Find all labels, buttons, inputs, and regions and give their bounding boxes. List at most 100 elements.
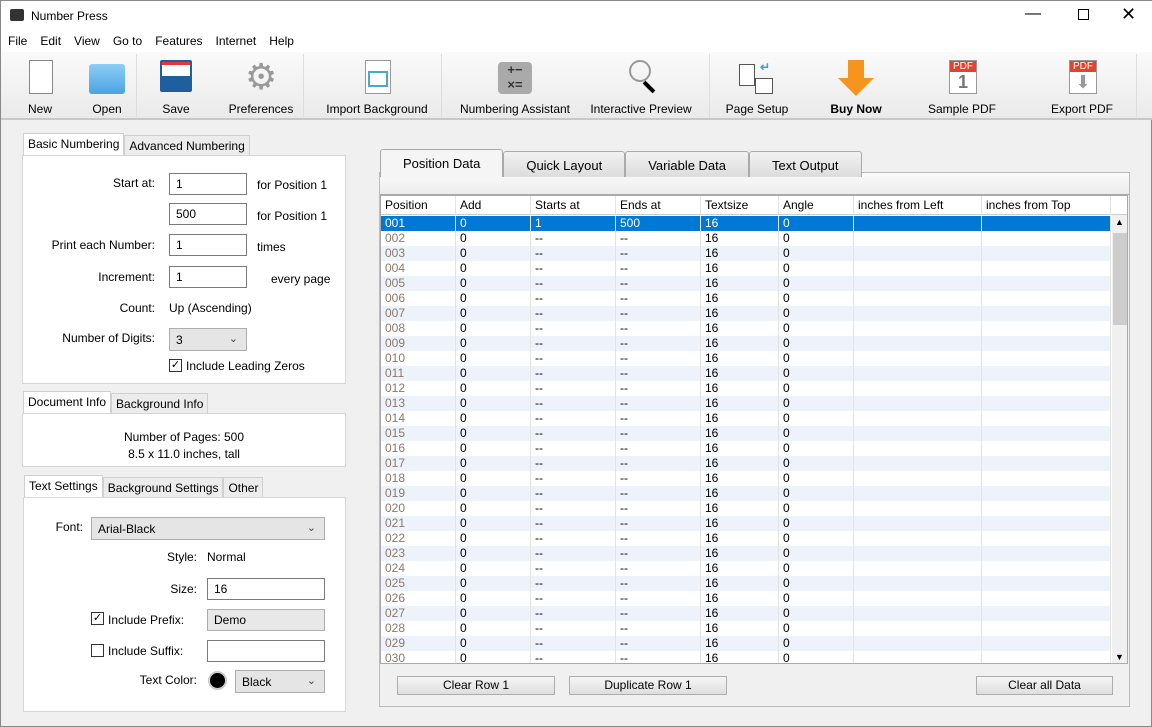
column-header[interactable]: inches from Left xyxy=(854,196,982,215)
column-header[interactable]: Starts at xyxy=(531,196,616,215)
table-row[interactable]: 020 0 -- -- 16 0 xyxy=(381,501,1111,516)
table-cell xyxy=(854,366,982,381)
table-row[interactable]: 029 0 -- -- 16 0 xyxy=(381,636,1111,651)
buy-now-button[interactable]: Buy Now xyxy=(811,52,901,120)
table-cell xyxy=(854,516,982,531)
table-cell: 0 xyxy=(456,336,531,351)
maximize-icon[interactable] xyxy=(1078,9,1089,20)
table-row[interactable]: 012 0 -- -- 16 0 xyxy=(381,381,1111,396)
table-row[interactable]: 001 0 1 500 16 0 xyxy=(381,216,1111,231)
column-header[interactable]: Add xyxy=(456,196,531,215)
column-header[interactable]: Position xyxy=(381,196,456,215)
suffix-input[interactable] xyxy=(207,640,325,662)
column-header[interactable]: Textsize xyxy=(701,196,779,215)
close-icon[interactable]: ✕ xyxy=(1121,4,1136,25)
menu-goto[interactable]: Go to xyxy=(106,32,148,48)
table-row[interactable]: 018 0 -- -- 16 0 xyxy=(381,471,1111,486)
table-row[interactable]: 013 0 -- -- 16 0 xyxy=(381,396,1111,411)
table-row[interactable]: 003 0 -- -- 16 0 xyxy=(381,246,1111,261)
column-header[interactable]: inches from Top xyxy=(982,196,1111,215)
table-row[interactable]: 017 0 -- -- 16 0 xyxy=(381,456,1111,471)
table-row[interactable]: 027 0 -- -- 16 0 xyxy=(381,606,1111,621)
tab-background-settings[interactable]: Background Settings xyxy=(102,477,224,498)
export-pdf-button[interactable]: PDF ⬇ Export PDF xyxy=(1041,52,1123,120)
table-row[interactable]: 006 0 -- -- 16 0 xyxy=(381,291,1111,306)
table-row[interactable]: 016 0 -- -- 16 0 xyxy=(381,441,1111,456)
table-row[interactable]: 008 0 -- -- 16 0 xyxy=(381,321,1111,336)
table-row[interactable]: 007 0 -- -- 16 0 xyxy=(381,306,1111,321)
menu-features[interactable]: Features xyxy=(148,32,208,48)
page-setup-button[interactable]: ↵ Page Setup xyxy=(717,52,797,120)
duplicate-row-button[interactable]: Duplicate Row 1 xyxy=(569,676,727,695)
menu-file[interactable]: File xyxy=(1,32,33,48)
suffix-checkbox[interactable] xyxy=(91,644,104,657)
import-background-button[interactable]: Import Background xyxy=(315,52,439,120)
table-row[interactable]: 028 0 -- -- 16 0 xyxy=(381,621,1111,636)
table-row[interactable]: 004 0 -- -- 16 0 xyxy=(381,261,1111,276)
menu-help[interactable]: Help xyxy=(262,32,300,48)
table-cell xyxy=(982,561,1111,576)
scrollbar-thumb[interactable] xyxy=(1113,233,1127,325)
menu-internet[interactable]: Internet xyxy=(209,32,263,48)
menu-view[interactable]: View xyxy=(67,32,106,48)
tab-text-output[interactable]: Text Output xyxy=(749,151,862,177)
open-button[interactable]: Open xyxy=(77,52,137,120)
table-row[interactable]: 015 0 -- -- 16 0 xyxy=(381,426,1111,441)
tab-basic-numbering[interactable]: Basic Numbering xyxy=(23,133,125,156)
new-button[interactable]: New xyxy=(9,52,71,120)
table-cell: -- xyxy=(531,486,616,501)
start-input[interactable]: 1 xyxy=(169,173,247,195)
table-cell: 007 xyxy=(381,306,456,321)
table-row[interactable]: 014 0 -- -- 16 0 xyxy=(381,411,1111,426)
tab-background-info[interactable]: Background Info xyxy=(111,393,209,414)
interactive-preview-button[interactable]: Interactive Preview xyxy=(585,52,697,120)
clear-row-button[interactable]: Clear Row 1 xyxy=(397,676,555,695)
table-cell: 16 xyxy=(701,306,779,321)
font-select[interactable]: Arial-Black ⌄ xyxy=(91,517,325,540)
preferences-button[interactable]: ⚙ Preferences xyxy=(221,52,301,120)
toolbar-label: Open xyxy=(92,102,122,116)
digits-select[interactable]: 3 ⌄ xyxy=(169,328,247,351)
tab-advanced-numbering[interactable]: Advanced Numbering xyxy=(124,135,250,156)
table-row[interactable]: 011 0 -- -- 16 0 xyxy=(381,366,1111,381)
column-header[interactable]: Angle xyxy=(779,196,854,215)
text-color-select[interactable]: Black ⌄ xyxy=(235,670,325,693)
tab-other[interactable]: Other xyxy=(223,477,264,498)
table-row[interactable]: 021 0 -- -- 16 0 xyxy=(381,516,1111,531)
table-row[interactable]: 009 0 -- -- 16 0 xyxy=(381,336,1111,351)
prefix-checkbox[interactable]: ✓ xyxy=(91,612,104,625)
table-row[interactable]: 023 0 -- -- 16 0 xyxy=(381,546,1111,561)
clear-all-button[interactable]: Clear all Data xyxy=(976,676,1113,695)
save-button[interactable]: Save xyxy=(141,52,211,120)
print-input[interactable]: 1 xyxy=(169,234,247,256)
size-input[interactable]: 16 xyxy=(207,578,325,600)
numbering-assistant-button[interactable]: +− ×= Numbering Assistant xyxy=(453,52,577,120)
prefix-input[interactable]: Demo xyxy=(207,609,325,631)
table-row[interactable]: 019 0 -- -- 16 0 xyxy=(381,486,1111,501)
end-input[interactable]: 500 xyxy=(169,203,247,225)
scroll-up-icon[interactable]: ▲ xyxy=(1115,217,1124,227)
table-row[interactable]: 030 0 -- -- 16 0 xyxy=(381,651,1111,663)
table-row[interactable]: 010 0 -- -- 16 0 xyxy=(381,351,1111,366)
tab-variable-data[interactable]: Variable Data xyxy=(625,151,750,177)
tab-quick-layout[interactable]: Quick Layout xyxy=(503,151,626,177)
column-header[interactable]: Ends at xyxy=(616,196,701,215)
floppy-disk-icon xyxy=(158,60,194,98)
tab-text-settings[interactable]: Text Settings xyxy=(24,475,103,498)
increment-input[interactable]: 1 xyxy=(169,266,247,288)
leading-zeros-checkbox[interactable]: ✓ xyxy=(169,359,182,372)
table-row[interactable]: 024 0 -- -- 16 0 xyxy=(381,561,1111,576)
table-row[interactable]: 025 0 -- -- 16 0 xyxy=(381,576,1111,591)
menu-edit[interactable]: Edit xyxy=(33,32,67,48)
sample-pdf-button[interactable]: PDF 1 Sample PDF xyxy=(916,52,1008,120)
scroll-down-icon[interactable]: ▼ xyxy=(1115,652,1124,662)
table-row[interactable]: 026 0 -- -- 16 0 xyxy=(381,591,1111,606)
table-row[interactable]: 002 0 -- -- 16 0 xyxy=(381,231,1111,246)
tab-document-info[interactable]: Document Info xyxy=(23,391,112,414)
tab-position-data[interactable]: Position Data xyxy=(380,149,504,177)
table-row[interactable]: 005 0 -- -- 16 0 xyxy=(381,276,1111,291)
table-row[interactable]: 022 0 -- -- 16 0 xyxy=(381,531,1111,546)
vertical-scrollbar[interactable]: ▲ ▼ xyxy=(1112,215,1127,663)
minimize-icon[interactable]: — xyxy=(1025,5,1041,23)
color-swatch[interactable] xyxy=(208,671,227,690)
